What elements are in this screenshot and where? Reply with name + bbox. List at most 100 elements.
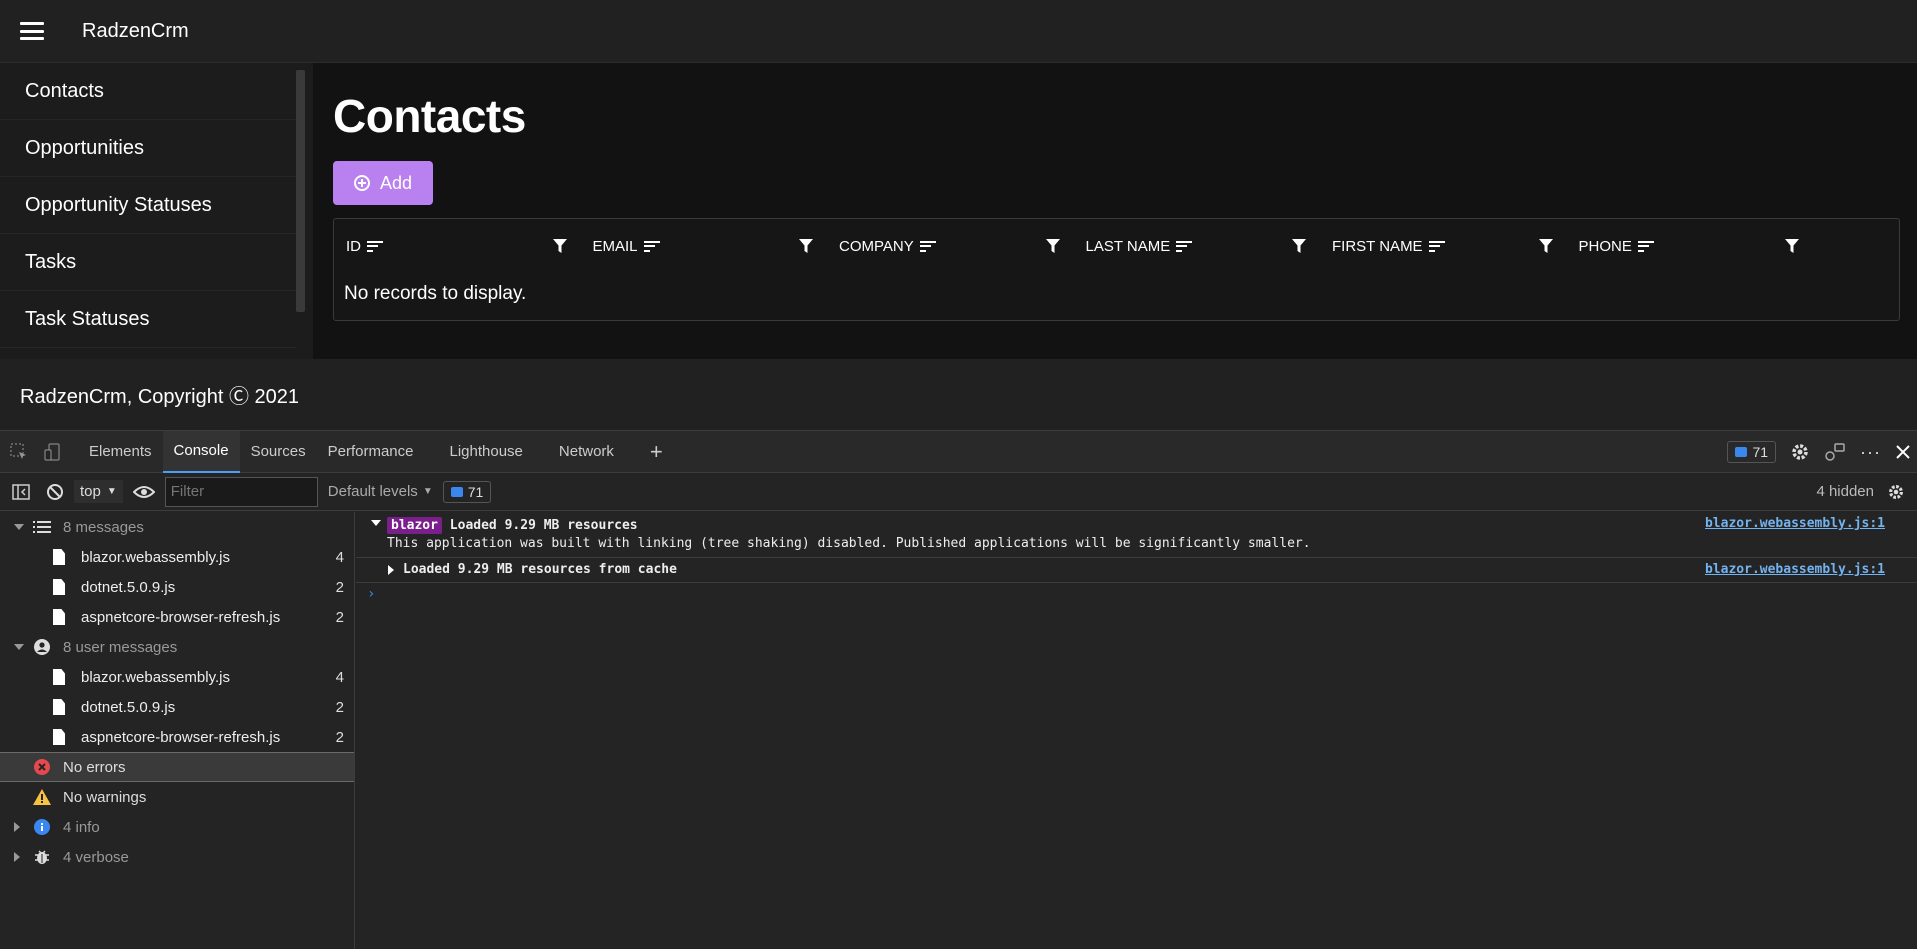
message-icon xyxy=(450,486,463,497)
error-icon xyxy=(33,758,51,776)
file-icon xyxy=(50,608,68,626)
sort-icon[interactable] xyxy=(1637,240,1654,252)
log-source-link[interactable]: blazor.webassembly.js:1 xyxy=(1705,562,1885,577)
console-body: 8 messages blazor.webassembly.js 4 dotne… xyxy=(0,512,1917,949)
contacts-grid: ID EMAIL COMPANY LAST NAME FIRST NAME PH… xyxy=(333,218,1900,321)
page-title: Contacts xyxy=(333,90,526,142)
sidebar-file-item[interactable]: dotnet.5.0.9.js 2 xyxy=(0,572,354,602)
file-count: 2 xyxy=(335,608,344,626)
expand-arrow-icon[interactable] xyxy=(388,565,394,575)
sidebar-item-contacts[interactable]: Contacts xyxy=(0,63,296,120)
column-label: PHONE xyxy=(1578,237,1632,255)
sort-icon[interactable] xyxy=(367,240,383,252)
sidebar-item-tasks[interactable]: Tasks xyxy=(0,234,296,291)
warning-icon xyxy=(33,788,51,806)
devtools-panel: Elements Console Sources Performance Lig… xyxy=(0,430,1917,949)
messages-label: 8 messages xyxy=(63,518,144,536)
app-window: RadzenCrm Contacts Opportunities Opportu… xyxy=(0,0,1917,430)
sidebar-file-item[interactable]: blazor.webassembly.js 4 xyxy=(0,662,354,692)
sort-icon[interactable] xyxy=(1428,240,1445,252)
console-issues-badge[interactable]: 71 xyxy=(442,480,492,503)
log-levels-dropdown[interactable]: Default levels ▼ xyxy=(328,483,433,500)
file-count: 2 xyxy=(335,698,344,716)
sidebar-verbose[interactable]: 4 verbose xyxy=(0,842,354,872)
console-message-group[interactable]: blazor Loaded 9.29 MB resources This app… xyxy=(356,512,1917,558)
live-expression-eye-icon[interactable] xyxy=(132,484,155,500)
add-button-label: Add xyxy=(379,172,413,193)
sidebar-item-opportunities[interactable]: Opportunities xyxy=(0,120,296,177)
tab-sources[interactable]: Sources xyxy=(240,431,317,473)
list-icon xyxy=(33,518,51,536)
filter-icon[interactable] xyxy=(1538,239,1553,253)
tab-elements[interactable]: Elements xyxy=(78,431,163,473)
connection-icon[interactable] xyxy=(1824,442,1846,462)
sidebar-item-task-statuses[interactable]: Task Statuses xyxy=(0,291,296,348)
column-label: LAST NAME xyxy=(1085,237,1171,255)
console-message-group[interactable]: Loaded 9.29 MB resources from cache blaz… xyxy=(356,558,1917,583)
file-name: dotnet.5.0.9.js xyxy=(81,578,176,596)
expand-arrow-icon xyxy=(14,524,24,530)
info-icon xyxy=(33,818,51,836)
filter-icon[interactable] xyxy=(1045,239,1060,253)
file-icon xyxy=(50,548,68,566)
tab-console[interactable]: Console xyxy=(162,430,240,473)
clear-console-icon[interactable] xyxy=(46,483,64,501)
sidebar-user-messages-group[interactable]: 8 user messages xyxy=(0,632,354,662)
expand-arrow-icon[interactable] xyxy=(371,520,381,526)
sidebar-warnings[interactable]: No warnings xyxy=(0,782,354,812)
filter-icon[interactable] xyxy=(1785,239,1799,253)
more-options-icon[interactable]: ··· xyxy=(1860,442,1881,463)
app-header: RadzenCrm xyxy=(0,0,1917,63)
issues-badge[interactable]: 71 xyxy=(1727,441,1777,463)
column-label: EMAIL xyxy=(592,237,638,255)
tab-performance[interactable]: Performance xyxy=(317,431,425,473)
sort-icon[interactable] xyxy=(919,240,936,252)
close-icon[interactable] xyxy=(1895,444,1911,460)
user-icon xyxy=(33,638,51,656)
filter-icon[interactable] xyxy=(799,239,813,253)
add-button[interactable]: Add xyxy=(333,161,433,205)
sidebar-scrollbar[interactable] xyxy=(296,70,305,312)
sidebar-file-item[interactable]: aspnetcore-browser-refresh.js 2 xyxy=(0,722,354,752)
add-tab-icon[interactable]: + xyxy=(639,431,674,473)
column-phone[interactable]: PHONE xyxy=(1567,219,1814,273)
context-select[interactable]: top ▼ xyxy=(74,480,123,503)
column-email[interactable]: EMAIL xyxy=(581,219,828,273)
log-title: Loaded 9.29 MB resources xyxy=(449,518,638,533)
menu-icon[interactable] xyxy=(20,22,44,40)
sidebar-toggle-icon[interactable] xyxy=(12,483,30,501)
sidebar-info[interactable]: 4 info xyxy=(0,812,354,842)
sidebar-file-item[interactable]: aspnetcore-browser-refresh.js 2 xyxy=(0,602,354,632)
settings-gear-icon[interactable] xyxy=(1790,442,1810,462)
log-title: Loaded 9.29 MB resources from cache xyxy=(403,562,677,577)
column-first-name[interactable]: FIRST NAME xyxy=(1320,219,1567,273)
sidebar-errors[interactable]: No errors xyxy=(0,752,354,782)
inspect-element-icon[interactable] xyxy=(8,441,30,463)
console-sidebar: 8 messages blazor.webassembly.js 4 dotne… xyxy=(0,512,355,949)
sidebar-messages-group[interactable]: 8 messages xyxy=(0,512,354,542)
console-filter-input[interactable] xyxy=(164,476,318,507)
console-prompt[interactable]: › xyxy=(356,583,1917,602)
dropdown-arrow-icon: ▼ xyxy=(422,486,433,497)
log-source-link[interactable]: blazor.webassembly.js:1 xyxy=(1705,516,1885,531)
sort-icon[interactable] xyxy=(643,240,660,252)
sidebar-item-opportunity-statuses[interactable]: Opportunity Statuses xyxy=(0,177,296,234)
file-name: blazor.webassembly.js xyxy=(81,548,230,566)
column-last-name[interactable]: LAST NAME xyxy=(1074,219,1321,273)
tab-lighthouse[interactable]: Lighthouse xyxy=(438,431,533,473)
console-settings-gear-icon[interactable] xyxy=(1887,483,1905,501)
filter-icon[interactable] xyxy=(1292,239,1306,253)
column-id[interactable]: ID xyxy=(334,219,581,273)
tab-network[interactable]: Network xyxy=(548,431,625,473)
device-toolbar-icon[interactable] xyxy=(42,441,64,463)
column-company[interactable]: COMPANY xyxy=(827,219,1074,273)
sidebar-file-item[interactable]: dotnet.5.0.9.js 2 xyxy=(0,692,354,722)
app-footer: RadzenCrm, Copyright Ⓒ 2021 xyxy=(0,359,1917,430)
devtools-tabbar: Elements Console Sources Performance Lig… xyxy=(0,430,1917,473)
file-name: dotnet.5.0.9.js xyxy=(81,698,176,716)
sidebar-file-item[interactable]: blazor.webassembly.js 4 xyxy=(0,542,354,572)
sort-icon[interactable] xyxy=(1176,240,1193,252)
add-circle-icon xyxy=(353,175,370,191)
filter-icon[interactable] xyxy=(552,239,567,253)
console-issues-count: 71 xyxy=(467,483,484,500)
